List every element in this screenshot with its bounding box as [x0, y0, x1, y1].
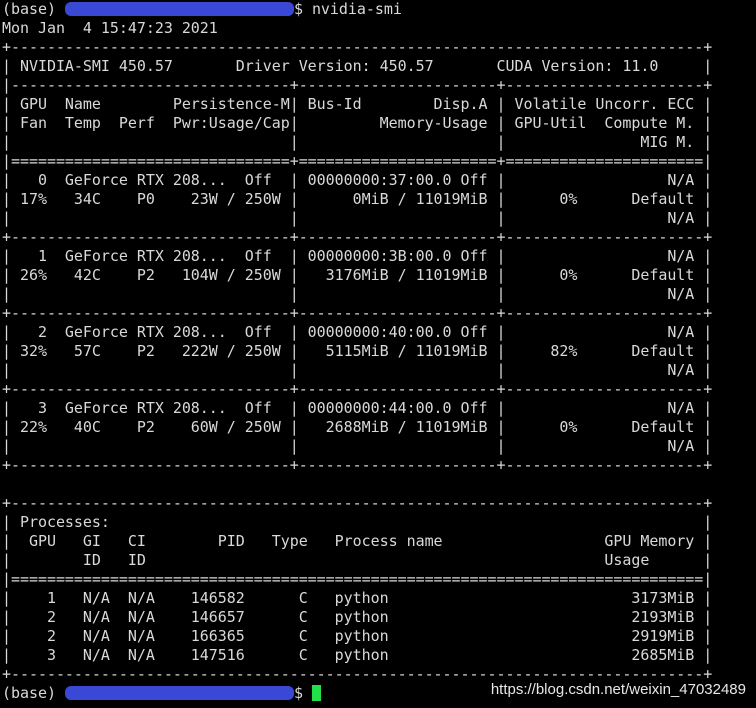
gpu-row-line: | | | N/A | — [2, 285, 713, 303]
gpu-row-line: | 17% 34C P0 23W / 250W | 0MiB / 11019Mi… — [2, 190, 713, 208]
process-row-line: | 3 N/A N/A 147516 C python 2685MiB | — [2, 646, 713, 664]
conda-env-label: (base) — [2, 684, 56, 702]
process-row-line: | 1 N/A N/A 146582 C python 3173MiB | — [2, 589, 713, 607]
table-border-line: +---------------------------------------… — [2, 494, 713, 512]
conda-env-label: (base) — [2, 0, 56, 18]
final-prompt-line[interactable]: (base) $ — [2, 684, 321, 703]
table-separator-line: |===============================+=======… — [2, 152, 713, 170]
header-versions-line: | NVIDIA-SMI 450.57 Driver Version: 450.… — [2, 57, 713, 75]
table-border-line: +---------------------------------------… — [2, 38, 713, 56]
gpu-row-line: | 1 GeForce RTX 208... Off | 00000000:3B… — [2, 247, 713, 265]
gpu-row-line: | 22% 40C P2 60W / 250W | 2688MiB / 1101… — [2, 418, 713, 436]
process-header-line: | GPU GI CI PID Type Process name GPU Me… — [2, 532, 713, 550]
command-text: nvidia-smi — [311, 0, 402, 18]
column-header-line: | Fan Temp Perf Pwr:Usage/Cap| Memory-Us… — [2, 114, 713, 132]
source-watermark: https://blog.csdn.net/weixin_47032489 — [490, 681, 746, 698]
terminal-window[interactable]: (base) $ nvidia-smi Mon Jan 4 15:47:23 2… — [0, 0, 756, 708]
gpu-row-line: | 2 GeForce RTX 208... Off | 00000000:40… — [2, 323, 713, 341]
gpu-row-line: | 3 GeForce RTX 208... Off | 00000000:44… — [2, 399, 713, 417]
gpu-row-line: | 32% 57C P2 222W / 250W | 5115MiB / 110… — [2, 342, 713, 360]
table-separator-line: +-------------------------------+-------… — [2, 380, 713, 398]
gpu-row-line: | 26% 42C P2 104W / 250W | 3176MiB / 110… — [2, 266, 713, 284]
timestamp-line: Mon Jan 4 15:47:23 2021 — [2, 19, 218, 37]
redacted-hostname — [64, 2, 294, 16]
gpu-row-line: | | | N/A | — [2, 209, 713, 227]
table-separator-line: |-------------------------------+-------… — [2, 76, 713, 94]
column-header-line: | | | MIG M. | — [2, 133, 713, 151]
process-header-line: | ID ID Usage | — [2, 551, 713, 569]
gpu-row-line: | | | N/A | — [2, 437, 713, 455]
text-cursor — [311, 685, 321, 701]
table-separator-line: +-------------------------------+-------… — [2, 228, 713, 246]
prompt-symbol: $ — [293, 0, 312, 18]
table-border-line: +-------------------------------+-------… — [2, 456, 713, 474]
redacted-hostname — [64, 686, 294, 700]
table-separator-line: |=======================================… — [2, 570, 713, 588]
command-prompt-line: (base) $ nvidia-smi — [2, 0, 402, 19]
gpu-row-line: | 0 GeForce RTX 208... Off | 00000000:37… — [2, 171, 713, 189]
column-header-line: | GPU Name Persistence-M| Bus-Id Disp.A … — [2, 95, 713, 113]
gpu-row-line: | | | N/A | — [2, 361, 713, 379]
table-separator-line: +-------------------------------+-------… — [2, 304, 713, 322]
process-row-line: | 2 N/A N/A 146657 C python 2193MiB | — [2, 608, 713, 626]
processes-title-line: | Processes: | — [2, 513, 713, 531]
prompt-symbol: $ — [293, 684, 312, 702]
process-row-line: | 2 N/A N/A 166365 C python 2919MiB | — [2, 627, 713, 645]
